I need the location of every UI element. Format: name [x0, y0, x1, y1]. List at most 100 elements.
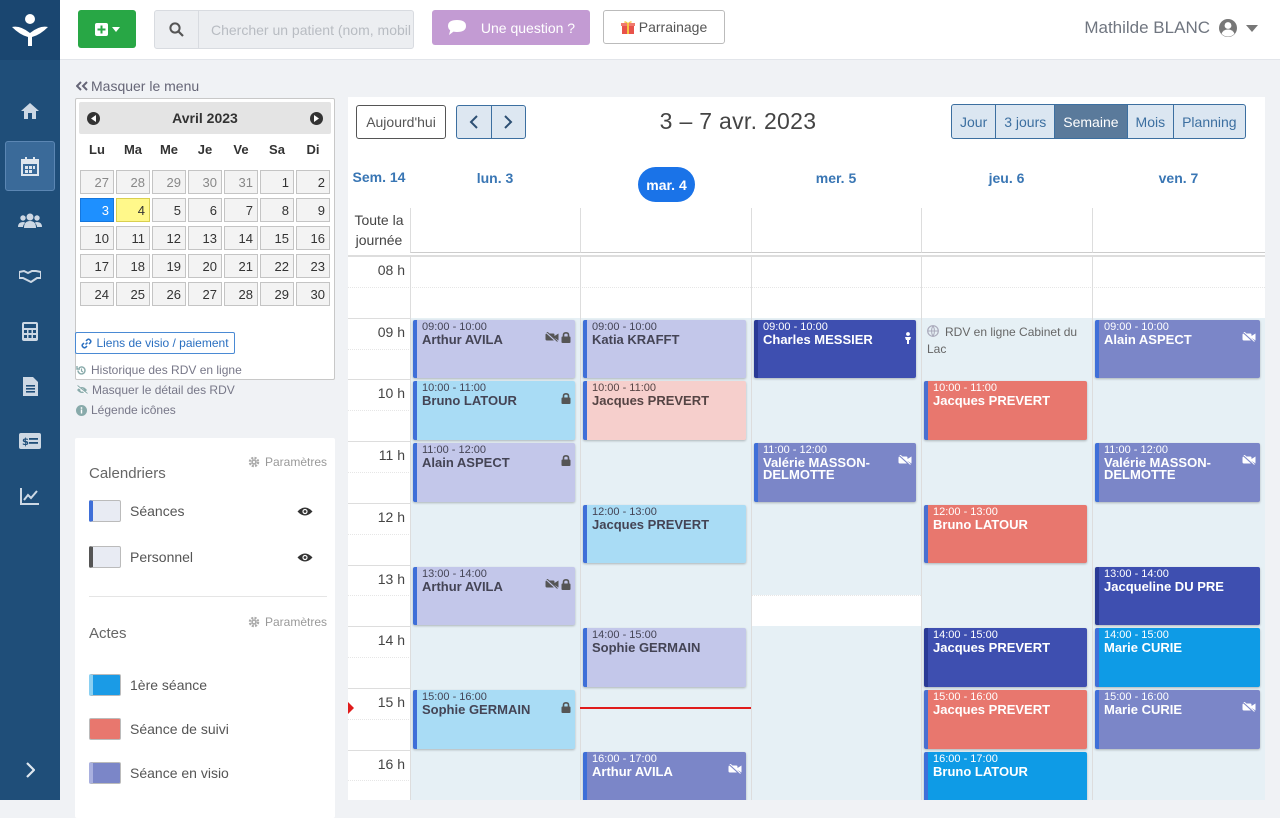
mini-calendar-day[interactable]: 7 — [224, 198, 258, 222]
event-card[interactable]: 10:00 - 11:00 Jacques PREVERT — [924, 381, 1087, 441]
event-card[interactable]: 11:00 - 12:00 Valérie MASSON-DELMOTTE — [754, 443, 916, 502]
mini-calendar-day[interactable]: 13 — [188, 226, 222, 250]
history-link[interactable]: Historique des RDV en ligne — [76, 363, 242, 377]
allday-cell[interactable] — [751, 208, 921, 253]
mini-calendar-day[interactable]: 23 — [296, 254, 330, 278]
act-item-follow[interactable]: Séance de suivi — [89, 718, 229, 740]
allday-cell[interactable] — [410, 208, 580, 253]
mini-calendar-day[interactable]: 24 — [80, 282, 114, 306]
online-slot[interactable]: RDV en ligne Cabinet du Lac — [927, 324, 1086, 358]
event-card[interactable]: 12:00 - 13:00 Bruno LATOUR — [924, 504, 1087, 564]
calendar-item-personnel[interactable]: Personnel — [89, 546, 193, 568]
view-3-jours[interactable]: 3 jours — [996, 105, 1056, 138]
event-card[interactable]: 09:00 - 10:00 Charles MESSIER — [754, 319, 916, 379]
nav-accounting[interactable] — [5, 306, 55, 356]
day-header[interactable]: jeu. 6 — [921, 170, 1092, 186]
nav-patients[interactable] — [5, 196, 55, 246]
mini-calendar-day[interactable]: 19 — [152, 254, 186, 278]
mini-calendar-day[interactable]: 30 — [296, 282, 330, 306]
video-links-button[interactable]: Liens de visio / paiement — [75, 332, 235, 354]
event-card[interactable]: 12:00 - 13:00 Jacques PREVERT — [583, 504, 746, 564]
mini-calendar-day[interactable]: 27 — [188, 282, 222, 306]
mini-calendar-day[interactable]: 4 — [116, 198, 150, 222]
view-jour[interactable]: Jour — [952, 105, 997, 138]
event-card[interactable]: 16:00 - 17:00 Bruno LATOUR — [924, 751, 1087, 800]
mini-calendar-day[interactable]: 29 — [152, 170, 186, 194]
nav-home[interactable] — [5, 86, 55, 136]
event-card[interactable]: 11:00 - 12:00 Valérie MASSON-DELMOTTE — [1095, 443, 1260, 502]
event-card[interactable]: 11:00 - 12:00 Alain ASPECT — [413, 443, 575, 502]
mini-calendar-day[interactable]: 17 — [80, 254, 114, 278]
calendars-params-link[interactable]: Paramètres — [248, 455, 327, 469]
mini-calendar-day[interactable]: 28 — [116, 170, 150, 194]
search-input[interactable] — [201, 13, 411, 46]
act-item-visio[interactable]: Séance en visio — [89, 762, 229, 784]
nav-calendar[interactable] — [5, 141, 55, 191]
mini-calendar-day[interactable]: 18 — [116, 254, 150, 278]
mini-calendar-day[interactable]: 12 — [152, 226, 186, 250]
app-logo[interactable] — [0, 0, 60, 60]
mini-calendar-day[interactable]: 28 — [224, 282, 258, 306]
calendar-item-seances[interactable]: Séances — [89, 500, 184, 522]
event-card[interactable]: 10:00 - 11:00 Jacques PREVERT — [583, 381, 746, 441]
mini-calendar-day[interactable]: 8 — [260, 198, 294, 222]
acts-params-link[interactable]: Paramètres — [248, 615, 327, 629]
view-mois[interactable]: Mois — [1128, 105, 1175, 138]
referral-button[interactable]: Parrainage — [603, 10, 725, 44]
event-card[interactable]: 14:00 - 15:00 Sophie GERMAIN — [583, 628, 746, 687]
mini-calendar-day[interactable]: 10 — [80, 226, 114, 250]
mini-calendar-day[interactable]: 22 — [260, 254, 294, 278]
mini-calendar-day[interactable]: 25 — [116, 282, 150, 306]
mini-calendar-day[interactable]: 9 — [296, 198, 330, 222]
event-card[interactable]: 09:00 - 10:00 Katia KRAFFT — [583, 319, 746, 379]
nav-expand[interactable] — [5, 745, 55, 795]
hide-menu-link[interactable]: Masquer le menu — [76, 78, 199, 94]
toggle-visibility-seances[interactable] — [297, 504, 313, 522]
day-header[interactable]: mer. 5 — [751, 170, 921, 186]
user-menu[interactable]: Mathilde BLANC — [1084, 18, 1258, 38]
allday-cell[interactable] — [1092, 208, 1265, 253]
mini-calendar-day[interactable]: 6 — [188, 198, 222, 222]
nav-payments[interactable]: $ — [5, 416, 55, 466]
hide-details-link[interactable]: Masquer le détail des RDV — [76, 383, 235, 397]
mini-calendar-next[interactable] — [309, 111, 323, 125]
mini-calendar-day[interactable]: 21 — [224, 254, 258, 278]
nav-partners[interactable] — [5, 251, 55, 301]
mini-calendar-day[interactable]: 15 — [260, 226, 294, 250]
event-card[interactable]: 15:00 - 16:00 Sophie GERMAIN — [413, 689, 575, 749]
mini-calendar-day[interactable]: 11 — [116, 226, 150, 250]
legend-link[interactable]: Légende icônes — [76, 403, 176, 417]
nav-documents[interactable] — [5, 361, 55, 411]
mini-calendar-day[interactable]: 31 — [224, 170, 258, 194]
nav-statistics[interactable] — [5, 471, 55, 521]
mini-calendar-day[interactable]: 2 — [296, 170, 330, 194]
event-card[interactable]: 14:00 - 15:00 Marie CURIE — [1095, 628, 1260, 687]
event-card[interactable]: 09:00 - 10:00 Alain ASPECT — [1095, 319, 1260, 379]
view-semaine[interactable]: Semaine — [1055, 105, 1128, 138]
mini-calendar-day[interactable]: 26 — [152, 282, 186, 306]
allday-cell[interactable] — [921, 208, 1092, 253]
event-card[interactable]: 09:00 - 10:00 Arthur AVILA — [413, 319, 575, 379]
mini-calendar-day[interactable]: 27 — [80, 170, 114, 194]
mini-calendar-day[interactable]: 3 — [80, 198, 114, 222]
act-item-first[interactable]: 1ère séance — [89, 674, 207, 696]
event-card[interactable]: 14:00 - 15:00 Jacques PREVERT — [924, 628, 1087, 687]
event-card[interactable]: 15:00 - 16:00 Marie CURIE — [1095, 689, 1260, 749]
mini-calendar-day[interactable]: 1 — [260, 170, 294, 194]
day-header[interactable]: lun. 3 — [410, 170, 580, 186]
toggle-visibility-personnel[interactable] — [297, 550, 313, 568]
mini-calendar-day[interactable]: 20 — [188, 254, 222, 278]
day-header-today[interactable]: mar. 4 — [638, 167, 695, 202]
event-card[interactable]: 13:00 - 14:00 Jacqueline DU PRE — [1095, 566, 1260, 626]
event-card[interactable]: 15:00 - 16:00 Jacques PREVERT — [924, 689, 1087, 749]
mini-calendar-day[interactable]: 16 — [296, 226, 330, 250]
mini-calendar-day[interactable]: 29 — [260, 282, 294, 306]
view-planning[interactable]: Planning — [1174, 105, 1245, 138]
mini-calendar-day[interactable]: 5 — [152, 198, 186, 222]
event-card[interactable]: 10:00 - 11:00 Bruno LATOUR — [413, 381, 575, 441]
add-button[interactable] — [78, 10, 136, 48]
mini-calendar-day[interactable]: 30 — [188, 170, 222, 194]
event-card[interactable]: 16:00 - 17:00 Arthur AVILA — [583, 751, 746, 800]
question-button[interactable]: Une question ? — [432, 10, 590, 45]
mini-calendar-day[interactable]: 14 — [224, 226, 258, 250]
